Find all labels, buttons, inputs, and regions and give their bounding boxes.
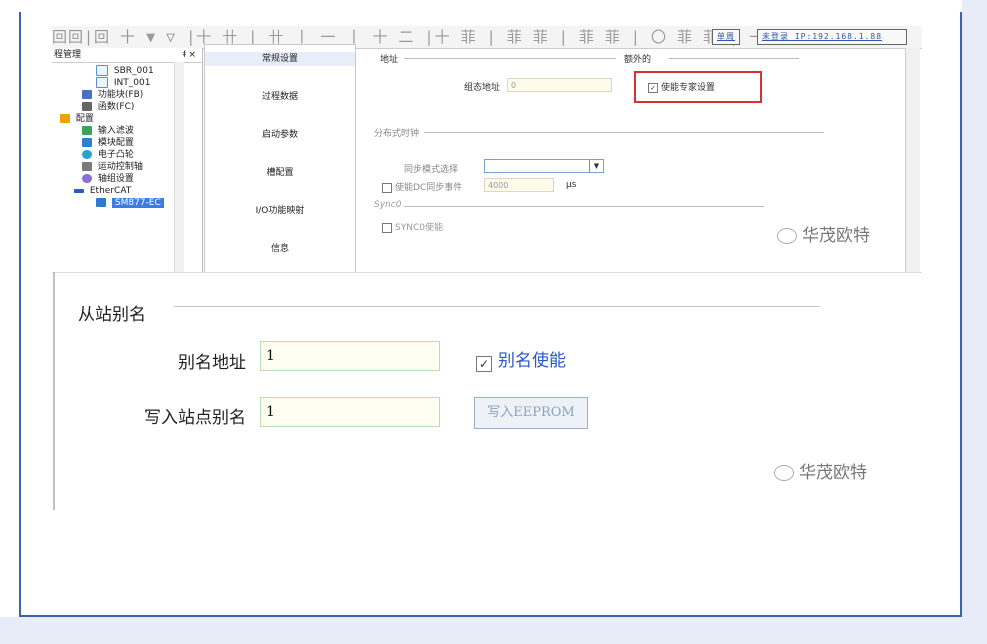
enable-dc-checkbox[interactable]: 使能DC同步事件 [382, 180, 462, 193]
alias-enable-checkbox[interactable]: ✓ 别名使能 [476, 346, 566, 372]
sync-mode-label: 同步模式选择 [404, 165, 459, 175]
extra-group-title: 额外的 [624, 55, 652, 65]
nav-process-data[interactable]: 过程数据 [205, 90, 355, 104]
checkbox-checked-icon: ✓ [648, 82, 658, 93]
tree-item-int[interactable]: INT_001 [96, 77, 150, 89]
single-cycle-button[interactable]: 单周 [712, 29, 740, 45]
device-nav-panel: 常规设置 过程数据 启动参数 槽配置 I/O功能映射 信息 [204, 44, 356, 272]
section-divider [174, 306, 820, 307]
right-background-band [962, 0, 987, 644]
group-divider [424, 132, 824, 133]
tree-item-ethercat[interactable]: EtherCAT [74, 185, 131, 197]
config-icon [60, 114, 70, 123]
gear-icon [82, 174, 92, 183]
dc-group-title: 分布式时钟 [374, 129, 420, 139]
tree-panel-title: 程管理 ᵮ × [52, 48, 202, 63]
program-icon [96, 77, 108, 88]
function-block-icon [82, 90, 92, 99]
expert-settings-checkbox[interactable]: ✓ 使能专家设置 [648, 80, 715, 93]
checkbox-icon [382, 222, 392, 233]
device-icon [96, 198, 106, 207]
nav-startup-params[interactable]: 启动参数 [205, 128, 355, 142]
software-screenshot: 回回|回 十 ▼ ▽ |十 卄 | 卄 丨 一 丨 十 二 |十 菲 | 菲 菲… [52, 26, 922, 273]
bottom-background-band [0, 617, 987, 644]
tree-item-sbr[interactable]: SBR_001 [96, 65, 154, 77]
tree-item-sm877[interactable]: SM877-EC [96, 197, 164, 209]
toolbar: 回回|回 十 ▼ ▽ |十 卄 | 卄 丨 一 丨 十 二 |十 菲 | 菲 菲… [52, 26, 922, 49]
group-divider [404, 58, 616, 59]
write-eeprom-button[interactable]: 写入EEPROM [474, 397, 588, 429]
alias-address-input[interactable]: 1 [260, 341, 440, 371]
ethercat-icon [74, 188, 84, 193]
write-alias-label: 写入站点别名 [144, 408, 246, 428]
tree-item-fc[interactable]: 函数(FC) [82, 101, 134, 113]
config-address-input[interactable]: 0 [507, 78, 612, 92]
dc-cycle-input[interactable]: 4000 [484, 178, 554, 192]
alias-section-title: 从站别名 [78, 305, 146, 325]
config-address-label: 组态地址 [464, 83, 501, 93]
checkbox-checked-icon: ✓ [476, 356, 492, 372]
program-icon [96, 65, 108, 76]
tree-item-fb[interactable]: 功能块(FB) [82, 89, 143, 101]
write-alias-input[interactable]: 1 [260, 397, 440, 427]
watermark-bottom: 华茂欧特 [774, 458, 867, 483]
function-icon [82, 102, 92, 111]
tree-item-module-config[interactable]: 模块配置 [82, 137, 134, 149]
zoom-left-border [53, 272, 55, 510]
group-divider [669, 58, 799, 59]
tree-item-cam[interactable]: 电子凸轮 [82, 149, 134, 161]
tree-item-axis-group[interactable]: 轴组设置 [82, 173, 134, 185]
filter-icon [82, 126, 92, 135]
tree-item-config[interactable]: 配置 [60, 113, 94, 125]
address-group-title: 地址 [380, 55, 399, 65]
top-strip [19, 0, 962, 12]
tree-item-input-filter[interactable]: 输入滤波 [82, 125, 134, 137]
cam-icon [82, 150, 92, 159]
sync0-group-title: Sync0 [374, 200, 402, 210]
dc-unit: μs [566, 180, 577, 190]
settings-scrollbar[interactable] [905, 48, 920, 272]
wechat-icon [777, 228, 797, 244]
group-divider [404, 206, 764, 207]
nav-info[interactable]: 信息 [205, 242, 355, 256]
watermark-top: 华茂欧特 [777, 221, 870, 246]
tree-scrollbar[interactable] [174, 62, 184, 272]
checkbox-icon [382, 182, 392, 193]
axis-icon [82, 162, 92, 171]
alias-address-label: 别名地址 [178, 353, 246, 373]
project-tree-panel: 程管理 ᵮ × SBR_001 INT_001 功能块(FB) 函数(FC) 配… [52, 48, 203, 272]
tree-item-motion-axis[interactable]: 运动控制轴 [82, 161, 143, 173]
nav-io-mapping[interactable]: I/O功能映射 [205, 204, 355, 218]
login-status-button[interactable]: 未登录 IP:192.168.1.88 [757, 29, 907, 45]
wechat-icon [774, 465, 794, 481]
nav-general-settings[interactable]: 常规设置 [205, 52, 355, 66]
sync0-enable-checkbox[interactable]: SYNC0使能 [382, 220, 443, 233]
sync-mode-select[interactable]: ▼ [484, 159, 604, 173]
nav-slot-config[interactable]: 槽配置 [205, 166, 355, 180]
chevron-down-icon: ▼ [589, 160, 603, 172]
module-icon [82, 138, 92, 147]
pin-close-icons[interactable]: ᵮ × [183, 48, 196, 62]
